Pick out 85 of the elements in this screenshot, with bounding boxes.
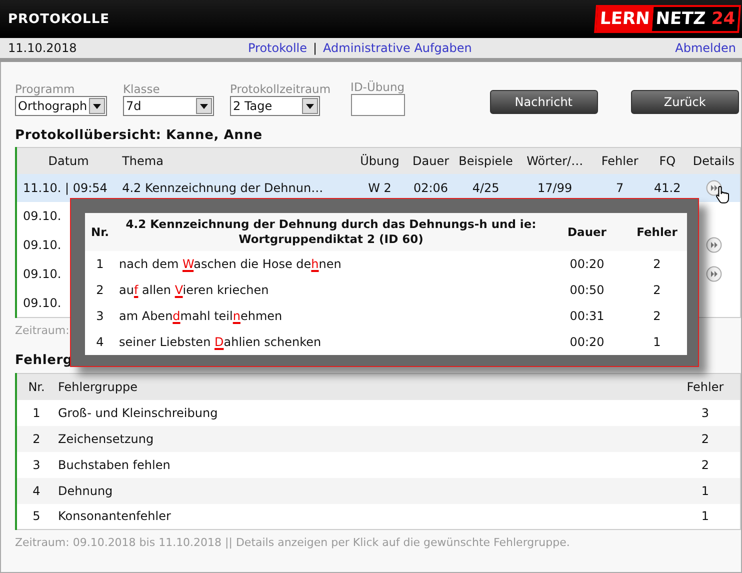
table-cell: 09.10. — [23, 209, 62, 223]
table-cell: 2 — [653, 283, 661, 297]
table-cell: W 2 — [368, 180, 392, 194]
table-cell: 2 — [32, 432, 40, 446]
table-cell: 1 — [96, 257, 104, 271]
exercise-title: 4.2 Kennzeichnung der Dehnung durch das Dehnungs-h und ie: Wortgruppendiktat 2 (ID 60) — [115, 213, 547, 251]
table-cell: Dehnung — [58, 484, 113, 498]
table-cell: 09.10. — [23, 267, 62, 281]
table-cell: 4.2 Kennzeichnung der Dehnun… — [122, 180, 324, 194]
column-header: Wörter/… — [517, 148, 592, 174]
table-cell: 09.10. — [23, 296, 62, 310]
dictation-sentence: nach dem Waschen die Hose dehnen — [119, 257, 342, 271]
table-cell: Zeichensetzung — [58, 432, 154, 446]
table-cell: 41.2 — [654, 180, 681, 194]
table-cell: 2 — [653, 257, 661, 271]
column-header: Datum — [16, 148, 120, 174]
column-header: Nr. — [85, 213, 115, 251]
table-cell: 11.10. | 09:54 — [23, 180, 108, 194]
table-cell: 1 — [653, 335, 661, 349]
table-cell: 1 — [32, 406, 40, 420]
logout-link[interactable]: Abmelden — [675, 41, 736, 55]
column-header: Fehlergruppe — [56, 374, 670, 400]
table-cell: 4 — [96, 335, 104, 349]
table-cell: Konsonantenfehler — [58, 509, 171, 524]
table-cell: 2 — [701, 432, 710, 446]
field-label: Protokollzeitraum — [230, 82, 331, 96]
field-label: Klasse — [123, 82, 161, 96]
dropdown[interactable]: 2 Tage — [230, 96, 320, 116]
page-title: PROTOKOLLE — [8, 12, 110, 26]
action-button[interactable]: Zurück — [630, 90, 739, 114]
table-row[interactable]: 1 Groß- und Kleinschreibung 3 — [16, 400, 740, 426]
table-cell: 1 — [701, 484, 710, 498]
input-field[interactable] — [350, 94, 405, 116]
field-label: ID-Übung — [350, 80, 405, 94]
dropdown[interactable]: Orthograph — [15, 96, 107, 116]
table-cell: 2 — [96, 283, 104, 297]
dictation-sentence: am Abendmahl teilnehmen — [119, 309, 282, 323]
column-header: Thema — [120, 148, 352, 174]
table-cell: 17/99 — [538, 180, 572, 194]
column-header: FQ — [647, 148, 688, 174]
dictation-sentence: seiner Liebsten Dahlien schenken — [119, 335, 322, 349]
table-cell: 00:31 — [570, 309, 604, 323]
section-heading: Fehlerg — [15, 353, 74, 368]
table-cell: 5 — [32, 509, 40, 524]
period-note: Zeitraum: — [15, 324, 70, 337]
column-header: Nr. — [16, 374, 56, 400]
column-header: Fehler — [627, 213, 687, 251]
dictation-sentence: auf allen Vieren kriechen — [119, 283, 269, 297]
table-cell: Groß- und Kleinschreibung — [58, 406, 218, 420]
section-heading: Protokollübersicht: Kanne, Anne — [15, 128, 264, 143]
nav-link[interactable]: Administrative Aufgaben — [323, 41, 472, 55]
table-cell: 3 — [32, 458, 40, 472]
column-header: Beispiele — [454, 148, 518, 174]
table-row[interactable]: 2 Zeichensetzung 2 — [16, 426, 740, 452]
table-row[interactable]: 3 Buchstaben fehlen 2 — [16, 452, 740, 478]
field-label: Programm — [15, 82, 76, 96]
table-cell: 3 — [701, 406, 710, 420]
table-cell: 3 — [96, 309, 104, 323]
column-header: Dauer — [407, 148, 454, 174]
table-cell: 7 — [616, 180, 624, 194]
table-cell: 2 — [653, 309, 661, 323]
table-row[interactable]: 4 Dehnung 1 — [16, 478, 740, 504]
table-cell: 2 — [701, 458, 710, 472]
table-cell: Buchstaben fehlen — [58, 458, 170, 472]
nav-link[interactable]: Protokolle — [248, 41, 307, 55]
table-cell: 4/25 — [472, 180, 500, 194]
separator: | — [313, 41, 318, 55]
column-header: Details — [687, 148, 740, 174]
action-button[interactable]: Nachricht — [490, 90, 598, 114]
column-header: Fehler — [592, 148, 648, 174]
period-note: Zeitraum: 09.10.2018 bis 11.10.2018 || Details anzeigen per Klick auf die gewünschte Fehlergruppe. — [15, 536, 571, 549]
table-cell: 00:20 — [570, 335, 604, 349]
table-cell: 02:06 — [413, 180, 448, 194]
column-header: Dauer — [547, 213, 627, 251]
table-cell: 00:20 — [570, 257, 604, 271]
column-header: Fehler — [670, 374, 740, 400]
table-cell: 4 — [32, 484, 40, 498]
dropdown[interactable]: 7d — [123, 96, 214, 116]
table-row[interactable]: 5 Konsonantenfehler 1 — [16, 504, 740, 530]
column-header: Übung — [352, 148, 408, 174]
table-cell: 09.10. — [23, 238, 62, 252]
logo: LERN NETZ 24 — [594, 5, 741, 33]
current-date: 11.10.2018 — [8, 41, 78, 55]
table-cell: 1 — [701, 509, 710, 524]
table-cell: 00:50 — [570, 283, 604, 297]
